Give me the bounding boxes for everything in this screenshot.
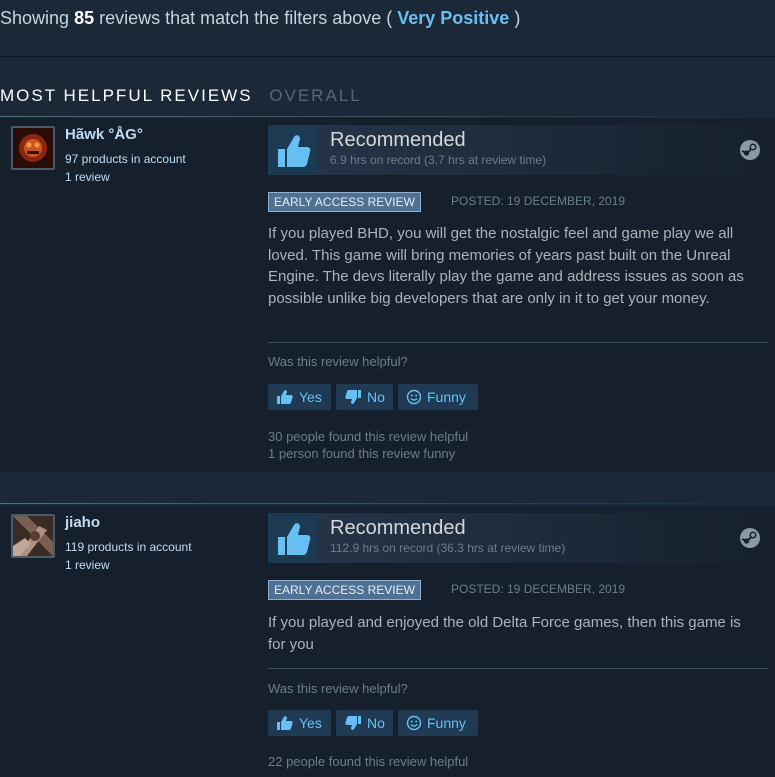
review-card: Hãwk °ÅG° 97 products in account 1 revie…: [0, 118, 775, 472]
summary-prefix: Showing: [0, 8, 70, 28]
review-text: If you played BHD, you will get the nost…: [268, 225, 744, 307]
smiley-icon: [406, 389, 422, 405]
divider: [0, 503, 775, 504]
yes-label: Yes: [299, 389, 322, 405]
divider: [0, 56, 775, 57]
posted-date: POSTED: 19 DECEMBER, 2019: [451, 194, 626, 208]
vote-no-button[interactable]: No: [336, 384, 393, 410]
verdict-title: Recommended: [330, 129, 466, 151]
verdict-title: Recommended: [330, 517, 466, 539]
summary-suffix: ): [514, 8, 521, 28]
helpful-count: 30 people found this review helpful: [268, 429, 469, 444]
thumbs-up-icon: [268, 513, 318, 563]
vote-funny-button[interactable]: Funny: [398, 710, 478, 736]
hours-on-record: 6.9 hrs on record (3.7 hrs at review tim…: [330, 153, 547, 167]
thumbs-down-icon: [345, 716, 361, 730]
posted-date: POSTED: 19 DECEMBER, 2019: [451, 582, 626, 596]
summary-middle: reviews that match the filters above (: [99, 8, 393, 28]
rating-label[interactable]: Very Positive: [397, 8, 509, 28]
review-text: If you played and enjoyed the old Delta …: [268, 614, 741, 653]
helpful-question: Was this review helpful?: [268, 354, 408, 369]
tab-most-helpful[interactable]: MOST HELPFUL REVIEWS: [0, 86, 253, 105]
review-count: 85: [74, 8, 95, 28]
smiley-icon: [406, 715, 422, 731]
helpful-question: Was this review helpful?: [268, 681, 408, 696]
divider: [268, 342, 768, 343]
avatar[interactable]: [11, 514, 55, 558]
steam-icon: [739, 527, 761, 554]
vote-no-button[interactable]: No: [336, 710, 393, 736]
author-products[interactable]: 119 products in account: [65, 540, 192, 554]
thumbs-up-icon: [268, 125, 318, 175]
author-products[interactable]: 97 products in account: [65, 152, 186, 166]
no-label: No: [367, 389, 385, 405]
review-card: jiaho 119 products in account 1 review R…: [0, 506, 775, 777]
review-separator: [0, 472, 775, 506]
hours-on-record: 112.9 hrs on record (36.3 hrs at review …: [330, 541, 566, 555]
funny-label: Funny: [427, 389, 466, 405]
tab-overall[interactable]: OVERALL: [269, 86, 361, 105]
thumbs-up-icon: [277, 390, 293, 404]
funny-count: 1 person found this review funny: [268, 446, 456, 461]
avatar[interactable]: [11, 126, 55, 170]
vote-funny-button[interactable]: Funny: [398, 384, 478, 410]
yes-label: Yes: [299, 715, 322, 731]
vote-yes-button[interactable]: Yes: [268, 710, 331, 736]
author-name[interactable]: Hãwk °ÅG°: [65, 126, 143, 143]
section-underline: [0, 116, 775, 117]
funny-label: Funny: [427, 715, 466, 731]
verdict-header[interactable]: Recommended 6.9 hrs on record (3.7 hrs a…: [268, 125, 769, 175]
early-access-badge: EARLY ACCESS REVIEW: [268, 580, 421, 600]
review-summary: Showing 85 reviews that match the filter…: [0, 8, 520, 29]
steam-icon: [739, 139, 761, 166]
author-review-count[interactable]: 1 review: [65, 558, 110, 572]
thumbs-up-icon: [277, 716, 293, 730]
vote-yes-button[interactable]: Yes: [268, 384, 331, 410]
early-access-badge: EARLY ACCESS REVIEW: [268, 192, 421, 212]
author-review-count[interactable]: 1 review: [65, 170, 110, 184]
helpful-count: 22 people found this review helpful: [268, 754, 469, 769]
no-label: No: [367, 715, 385, 731]
author-name[interactable]: jiaho: [65, 514, 100, 531]
thumbs-down-icon: [345, 390, 361, 404]
verdict-header[interactable]: Recommended 112.9 hrs on record (36.3 hr…: [268, 513, 769, 563]
divider: [268, 668, 768, 669]
review-section-tabs: MOST HELPFUL REVIEWS OVERALL: [0, 86, 362, 108]
